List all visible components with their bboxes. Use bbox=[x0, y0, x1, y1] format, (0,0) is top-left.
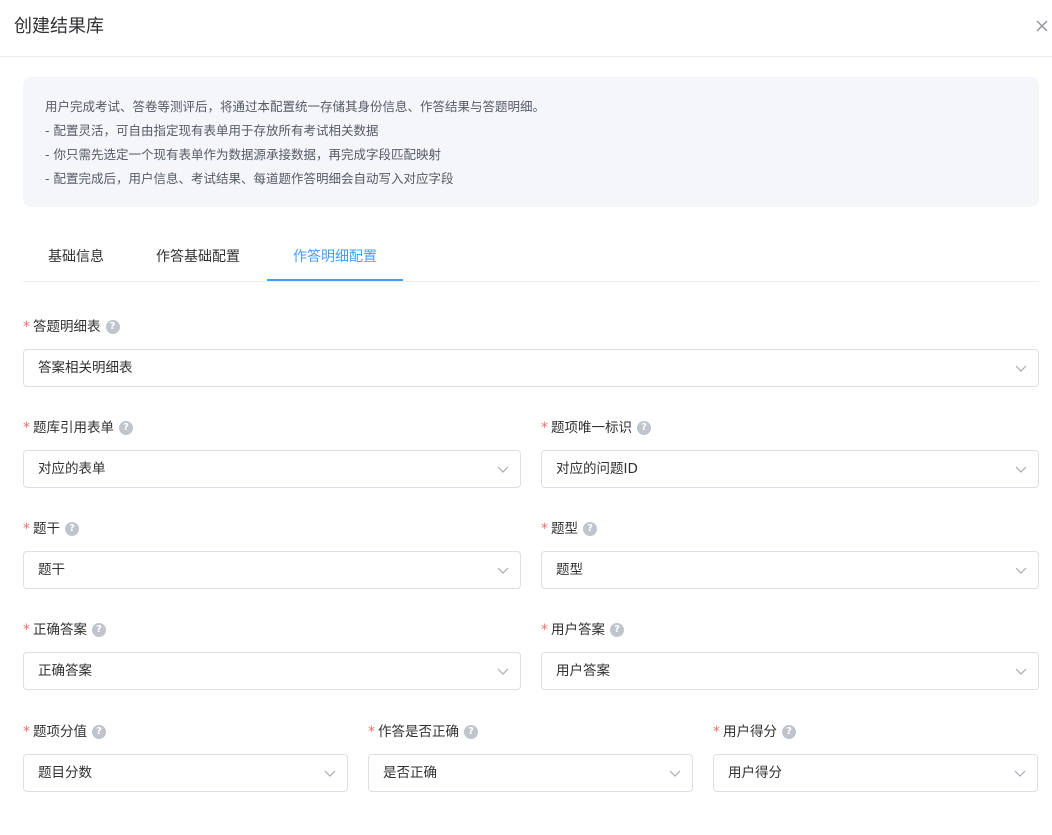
chevron-down-icon bbox=[1015, 365, 1027, 372]
question-type-select[interactable]: 题型 bbox=[541, 551, 1039, 589]
info-notice: 用户完成考试、答卷等测评后，将通过本配置统一存储其身份信息、作答结果与答题明细。… bbox=[23, 77, 1039, 207]
required-mark: * bbox=[23, 319, 30, 335]
user-answer-select[interactable]: 用户答案 bbox=[541, 652, 1039, 690]
stem-label: 题干 bbox=[33, 521, 60, 537]
user-score-select[interactable]: 用户得分 bbox=[713, 754, 1038, 792]
tab-bar: 基础信息 作答基础配置 作答明细配置 bbox=[23, 236, 1039, 282]
field-label: * 题型 ? bbox=[541, 519, 597, 539]
is-correct-select[interactable]: 是否正确 bbox=[368, 754, 693, 792]
select-value: 用户答案 bbox=[556, 663, 610, 679]
select-value: 用户得分 bbox=[728, 765, 782, 781]
field-label: * 用户答案 ? bbox=[541, 620, 624, 640]
help-icon[interactable]: ? bbox=[92, 623, 106, 637]
correct-answer-select[interactable]: 正确答案 bbox=[23, 652, 521, 690]
item-score-label: 题项分值 bbox=[33, 724, 87, 740]
required-mark: * bbox=[23, 622, 30, 638]
stem-select[interactable]: 题干 bbox=[23, 551, 521, 589]
bank-ref-form-label: 题库引用表单 bbox=[33, 420, 114, 436]
answer-detail-table-select[interactable]: 答案相关明细表 bbox=[23, 349, 1039, 387]
chevron-down-icon bbox=[1014, 770, 1026, 777]
correct-answer-label: 正确答案 bbox=[33, 622, 87, 638]
chevron-down-icon bbox=[324, 770, 336, 777]
tab-answer-detail-config[interactable]: 作答明细配置 bbox=[267, 236, 403, 281]
tab-answer-basic-config[interactable]: 作答基础配置 bbox=[145, 236, 251, 281]
select-value: 正确答案 bbox=[38, 663, 92, 679]
info-line: - 配置完成后，用户信息、考试结果、每道题作答明细会自动写入对应字段 bbox=[45, 171, 454, 186]
chevron-down-icon bbox=[1015, 668, 1027, 675]
required-mark: * bbox=[541, 622, 548, 638]
field-label: * 作答是否正确 ? bbox=[368, 722, 478, 742]
help-icon[interactable]: ? bbox=[92, 725, 106, 739]
field-label: * 题项唯一标识 ? bbox=[541, 418, 651, 438]
chevron-down-icon bbox=[1015, 466, 1027, 473]
create-result-library-dialog: 创建结果库 用户完成考试、答卷等测评后，将通过本配置统一存储其身份信息、作答结果… bbox=[0, 0, 1052, 835]
help-icon[interactable]: ? bbox=[119, 421, 133, 435]
dialog-header: 创建结果库 bbox=[0, 0, 1052, 57]
dialog-title: 创建结果库 bbox=[14, 16, 104, 37]
help-icon[interactable]: ? bbox=[583, 522, 597, 536]
field-label: * 题干 ? bbox=[23, 519, 79, 539]
required-mark: * bbox=[541, 521, 548, 537]
question-type-label: 题型 bbox=[551, 521, 578, 537]
user-score-label: 用户得分 bbox=[723, 724, 777, 740]
item-unique-id-label: 题项唯一标识 bbox=[551, 420, 632, 436]
required-mark: * bbox=[23, 521, 30, 537]
required-mark: * bbox=[368, 724, 375, 740]
info-line: - 配置灵活，可自由指定现有表单用于存放所有考试相关数据 bbox=[45, 123, 379, 138]
help-icon[interactable]: ? bbox=[65, 522, 79, 536]
select-value: 对应的问题ID bbox=[556, 461, 638, 477]
help-icon[interactable]: ? bbox=[105, 320, 120, 334]
select-value: 题干 bbox=[38, 562, 65, 578]
field-label: * 正确答案 ? bbox=[23, 620, 106, 640]
chevron-down-icon bbox=[497, 466, 509, 473]
is-correct-label: 作答是否正确 bbox=[378, 724, 459, 740]
bank-ref-form-select[interactable]: 对应的表单 bbox=[23, 450, 521, 488]
required-mark: * bbox=[23, 420, 30, 436]
select-value: 是否正确 bbox=[383, 765, 437, 781]
item-unique-id-select[interactable]: 对应的问题ID bbox=[541, 450, 1039, 488]
info-line: 用户完成考试、答卷等测评后，将通过本配置统一存储其身份信息、作答结果与答题明细。 bbox=[45, 99, 546, 114]
help-icon[interactable]: ? bbox=[464, 725, 478, 739]
field-label: * 答题明细表 ? bbox=[23, 317, 120, 337]
chevron-down-icon bbox=[1015, 567, 1027, 574]
field-label: * 用户得分 ? bbox=[713, 722, 796, 742]
help-icon[interactable]: ? bbox=[782, 725, 796, 739]
item-score-select[interactable]: 题目分数 bbox=[23, 754, 348, 792]
help-icon[interactable]: ? bbox=[610, 623, 624, 637]
required-mark: * bbox=[713, 724, 720, 740]
required-mark: * bbox=[23, 724, 30, 740]
help-icon[interactable]: ? bbox=[637, 421, 651, 435]
select-value: 对应的表单 bbox=[38, 461, 106, 477]
chevron-down-icon bbox=[497, 567, 509, 574]
select-value: 答案相关明细表 bbox=[38, 360, 133, 376]
chevron-down-icon bbox=[497, 668, 509, 675]
field-label: * 题项分值 ? bbox=[23, 722, 106, 742]
close-icon[interactable] bbox=[1033, 17, 1051, 35]
answer-detail-table-label: 答题明细表 bbox=[33, 319, 101, 335]
required-mark: * bbox=[541, 420, 548, 436]
user-answer-label: 用户答案 bbox=[551, 622, 605, 638]
select-value: 题型 bbox=[556, 562, 583, 578]
info-line: - 你只需先选定一个现有表单作为数据源承接数据，再完成字段匹配映射 bbox=[45, 147, 441, 162]
chevron-down-icon bbox=[669, 770, 681, 777]
tab-basic-info[interactable]: 基础信息 bbox=[23, 236, 129, 281]
field-label: * 题库引用表单 ? bbox=[23, 418, 133, 438]
select-value: 题目分数 bbox=[38, 765, 92, 781]
